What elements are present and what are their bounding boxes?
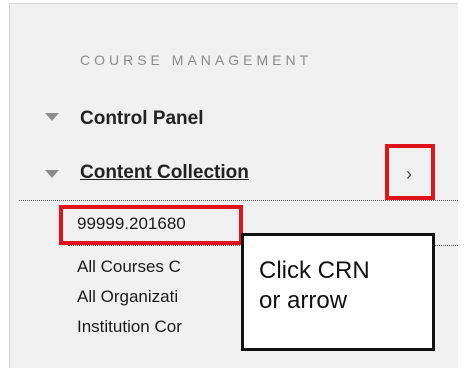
control-panel-link[interactable]: Control Panel bbox=[80, 108, 204, 130]
all-organizations-link[interactable]: All Organizati bbox=[77, 287, 178, 307]
chevron-right-icon[interactable]: › bbox=[406, 164, 412, 185]
content-collection-link[interactable]: Content Collection bbox=[80, 162, 249, 184]
crn-highlight-box bbox=[59, 205, 243, 245]
instruction-callout: Click CRN or arrow bbox=[241, 233, 435, 351]
institution-content-link[interactable]: Institution Cor bbox=[77, 317, 182, 337]
arrow-highlight-box: › bbox=[385, 144, 435, 200]
instruction-text: Click CRN or arrow bbox=[259, 257, 370, 314]
triangle-down-icon[interactable] bbox=[45, 170, 59, 178]
all-courses-link[interactable]: All Courses C bbox=[77, 257, 181, 277]
divider bbox=[19, 200, 458, 201]
course-management-header: COURSE MANAGEMENT bbox=[80, 52, 313, 68]
triangle-down-icon[interactable] bbox=[45, 113, 59, 121]
